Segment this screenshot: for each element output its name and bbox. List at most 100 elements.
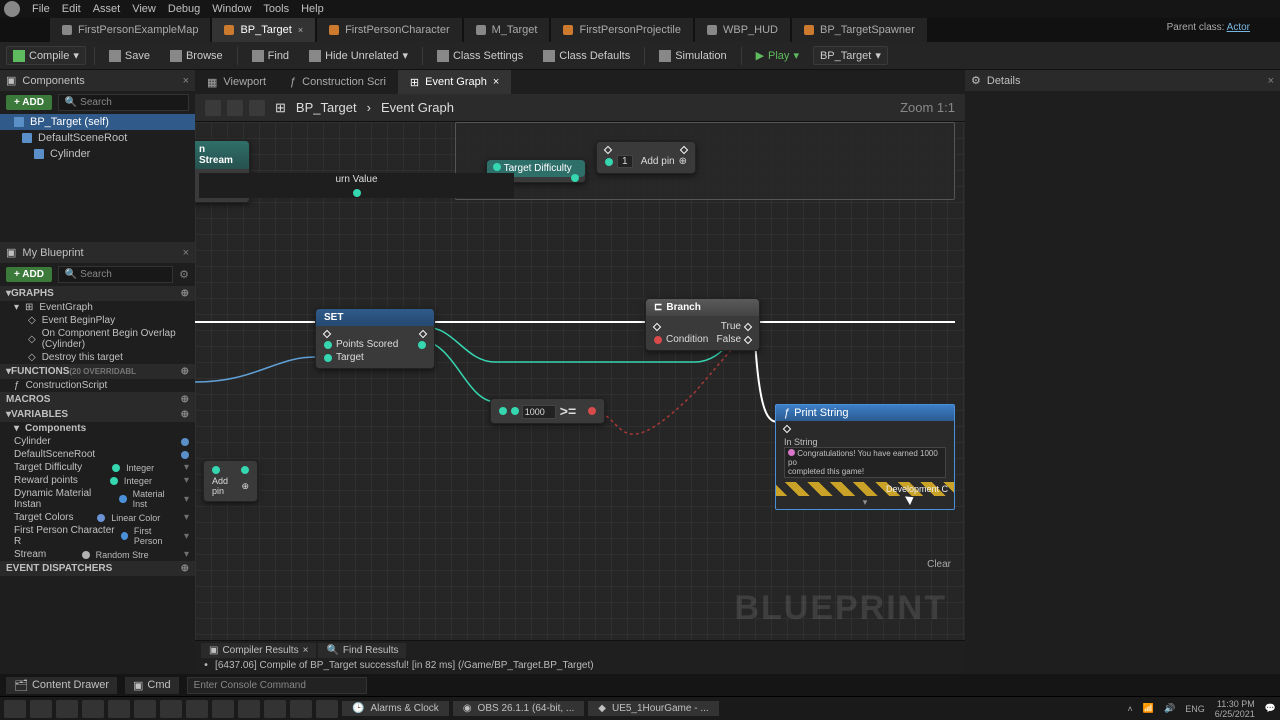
unreal-icon[interactable] — [264, 700, 286, 718]
pin[interactable] — [324, 354, 332, 362]
chevron-down-icon[interactable]: ▾ — [184, 462, 189, 473]
tab-fpcharacter[interactable]: FirstPersonCharacter — [317, 18, 462, 42]
app-icon[interactable] — [316, 700, 338, 718]
pin[interactable] — [605, 158, 613, 166]
var-reward[interactable]: Reward pointsInteger▾ — [0, 474, 195, 487]
compile-button[interactable]: Compile▾ — [6, 46, 86, 65]
hide-unrelated-button[interactable]: Hide Unrelated▾ — [303, 47, 414, 64]
tab-m-target[interactable]: M_Target — [464, 18, 550, 42]
notepad-icon[interactable] — [82, 700, 104, 718]
expand-icon[interactable]: ▾ — [776, 496, 954, 509]
menu-edit[interactable]: Edit — [62, 3, 81, 15]
tab-compiler-results[interactable]: ▣Compiler Results × — [201, 643, 316, 658]
simulation-button[interactable]: Simulation — [653, 48, 732, 64]
chevron-down-icon[interactable]: ▾ — [184, 549, 189, 560]
tab-viewport[interactable]: ▦Viewport — [195, 70, 278, 94]
dispatchers-section[interactable]: EVENT DISPATCHERS⊕ — [0, 561, 195, 576]
component-cylinder[interactable]: Cylinder — [0, 146, 195, 162]
node-greater-equal[interactable]: >= — [490, 398, 605, 424]
tab-spawner[interactable]: BP_TargetSpawner — [792, 18, 927, 42]
chevron-down-icon[interactable]: ▾ — [184, 494, 189, 505]
tab-construction[interactable]: ƒConstruction Scri — [278, 70, 398, 94]
class-defaults-button[interactable]: Class Defaults — [537, 48, 636, 64]
debug-target-selector[interactable]: BP_Target▾ — [813, 46, 888, 65]
play-button[interactable]: ▶Play▾ — [750, 47, 805, 64]
folder-icon[interactable] — [134, 700, 156, 718]
var-stream[interactable]: StreamRandom Stre▾ — [0, 548, 195, 561]
variables-section[interactable]: ▾ VARIABLES⊕ — [0, 407, 195, 422]
tab-wbp-hud[interactable]: WBP_HUD — [695, 18, 790, 42]
pin[interactable] — [353, 189, 361, 197]
pin[interactable] — [212, 466, 220, 474]
console-input[interactable]: Enter Console Command — [187, 677, 367, 694]
pin[interactable] — [511, 407, 519, 415]
tray-chevron-icon[interactable]: ˄ — [1128, 704, 1133, 714]
close-icon[interactable]: × — [183, 247, 189, 259]
tray-notification-icon[interactable]: 💬 — [1265, 703, 1276, 714]
app-icon[interactable] — [238, 700, 260, 718]
var-colors[interactable]: Target ColorsLinear Color▾ — [0, 511, 195, 524]
menu-asset[interactable]: Asset — [93, 3, 121, 15]
class-settings-button[interactable]: Class Settings — [431, 48, 529, 64]
menu-tools[interactable]: Tools — [263, 3, 289, 15]
crumb-bp[interactable]: BP_Target — [296, 100, 357, 115]
close-icon[interactable]: × — [303, 645, 309, 656]
graph-eventgraph[interactable]: ▾ ⊞EventGraph — [0, 301, 195, 314]
exec-out-pin[interactable] — [419, 330, 427, 338]
tab-bp-target[interactable]: BP_Target× — [212, 18, 315, 42]
node-branch[interactable]: ⊏Branch True ConditionFalse — [645, 298, 760, 351]
node-switch[interactable]: 1Add pin ⊕ — [596, 141, 696, 174]
node-addpin[interactable]: Add pin ⊕ — [203, 460, 258, 502]
menu-file[interactable]: File — [32, 3, 50, 15]
back-icon[interactable] — [227, 100, 243, 116]
cmd-button[interactable]: ▣Cmd — [125, 677, 179, 694]
add-icon[interactable]: ⊕ — [181, 409, 189, 420]
close-icon[interactable]: × — [1268, 75, 1274, 87]
components-search[interactable]: 🔍 Search — [58, 94, 189, 111]
var-cylinder[interactable]: Cylinder — [0, 435, 195, 448]
graph-canvas[interactable]: Target Difficulty 1Add pin ⊕ n Stream — [195, 122, 965, 640]
bool-pin[interactable] — [588, 407, 596, 415]
close-icon[interactable]: × — [183, 75, 189, 87]
var-dynmat[interactable]: Dynamic Material InstanMaterial Inst▾ — [0, 487, 195, 511]
pin[interactable] — [241, 466, 249, 474]
menu-view[interactable]: View — [132, 3, 156, 15]
graph-beginplay[interactable]: ◇Event BeginPlay — [0, 314, 195, 327]
component-self[interactable]: BP_Target (self) — [0, 114, 195, 130]
home-icon[interactable] — [205, 100, 221, 116]
chrome-icon[interactable] — [160, 700, 182, 718]
add-icon[interactable]: ⊕ — [181, 563, 189, 574]
add-icon[interactable]: ⊕ — [181, 394, 189, 405]
parent-class-link[interactable]: Actor — [1227, 22, 1250, 33]
forward-icon[interactable] — [249, 100, 265, 116]
functions-section[interactable]: ▾ FUNCTIONS (20 OVERRIDABL⊕ — [0, 364, 195, 379]
content-drawer-button[interactable]: 🗂Content Drawer — [6, 677, 117, 694]
add-blueprint-button[interactable]: + ADD — [6, 267, 52, 282]
add-icon[interactable]: ⊕ — [181, 366, 189, 377]
compare-value-input[interactable] — [522, 405, 556, 419]
tray-lang[interactable]: ENG — [1185, 704, 1205, 714]
graphs-section[interactable]: ▾ GRAPHS⊕ — [0, 286, 195, 301]
exec-true-pin[interactable] — [744, 322, 752, 330]
tab-eventgraph[interactable]: ⊞Event Graph× — [398, 70, 511, 94]
gear-icon[interactable]: ⚙ — [179, 268, 189, 281]
var-scene-root[interactable]: DefaultSceneRoot — [0, 448, 195, 461]
string-pin[interactable] — [788, 449, 795, 456]
taskbar-ue5[interactable]: ◆UE5_1HourGame - ... — [588, 701, 718, 716]
add-icon[interactable]: ⊕ — [181, 288, 189, 299]
taskview-icon[interactable] — [30, 700, 52, 718]
app-icon[interactable] — [186, 700, 208, 718]
system-tray[interactable]: ˄ 📶 🔊 ENG 11:30 PM 6/25/2021 💬 — [1128, 699, 1276, 719]
exec-in-pin[interactable] — [653, 322, 661, 330]
start-button[interactable] — [4, 700, 26, 718]
taskbar-alarms[interactable]: 🕒Alarms & Clock — [342, 701, 449, 716]
find-button[interactable]: Find — [246, 48, 295, 64]
tab-find-results[interactable]: 🔍Find Results — [318, 643, 406, 658]
add-pin-icon[interactable]: ⊕ — [241, 481, 249, 492]
save-button[interactable]: Save — [103, 48, 156, 64]
exec-pin[interactable] — [680, 146, 688, 154]
menu-help[interactable]: Help — [301, 3, 324, 15]
tray-sound-icon[interactable]: 🔊 — [1164, 703, 1175, 714]
tray-date[interactable]: 6/25/2021 — [1215, 709, 1255, 719]
photoshop-icon[interactable] — [290, 700, 312, 718]
